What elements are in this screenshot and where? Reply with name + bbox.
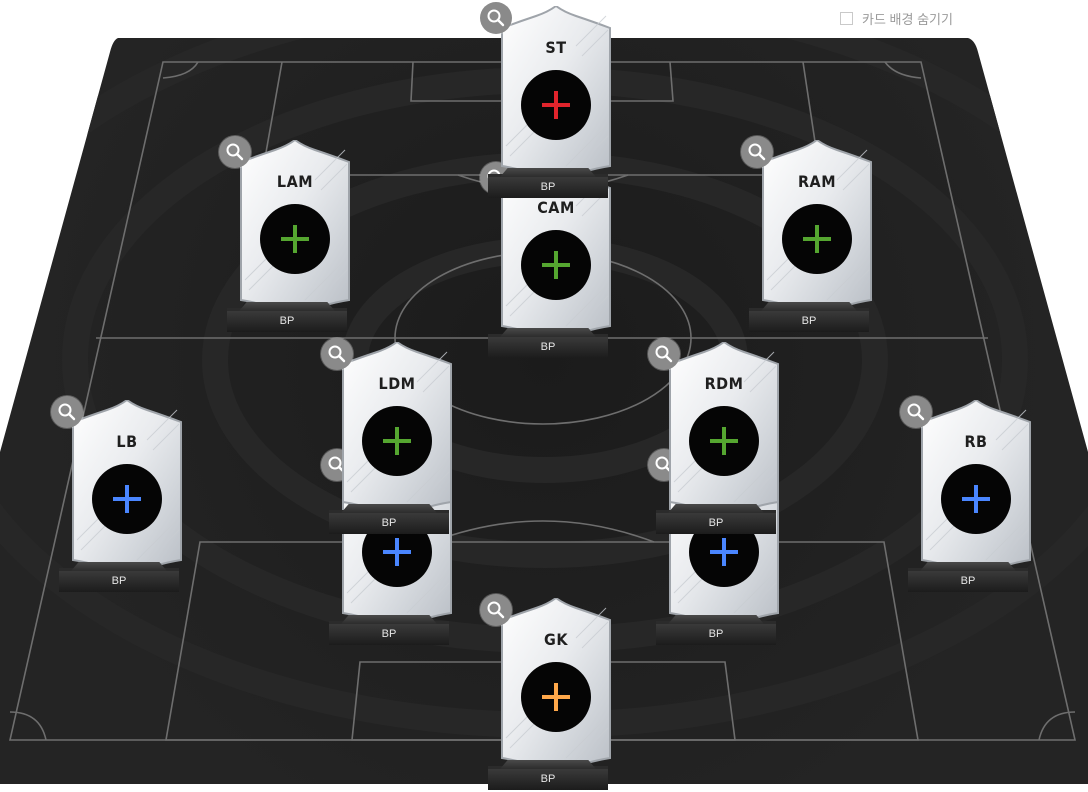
plus-icon bbox=[710, 427, 738, 455]
add-player-button[interactable] bbox=[521, 70, 591, 140]
bp-label: BP bbox=[488, 177, 608, 198]
position-label: LDM bbox=[378, 374, 416, 393]
player-slot-ram[interactable]: RAM BP bbox=[741, 136, 877, 334]
player-slot-lb[interactable]: LB BP bbox=[51, 396, 187, 594]
bp-label: BP bbox=[59, 571, 179, 592]
magnifier-icon bbox=[487, 9, 505, 27]
search-player-button[interactable] bbox=[900, 396, 932, 428]
bp-label: BP bbox=[749, 311, 869, 332]
search-player-button[interactable] bbox=[219, 136, 251, 168]
position-label: LB bbox=[116, 432, 138, 451]
search-player-button[interactable] bbox=[480, 2, 512, 34]
plus-icon bbox=[542, 683, 570, 711]
plus-icon bbox=[962, 485, 990, 513]
plus-icon bbox=[113, 485, 141, 513]
magnifier-icon bbox=[748, 143, 766, 161]
magnifier-icon bbox=[907, 403, 925, 421]
add-player-button[interactable] bbox=[521, 662, 591, 732]
add-player-button[interactable] bbox=[92, 464, 162, 534]
plus-icon bbox=[803, 225, 831, 253]
magnifier-icon bbox=[487, 601, 505, 619]
magnifier-icon bbox=[226, 143, 244, 161]
bp-label: BP bbox=[656, 624, 776, 645]
position-label: RDM bbox=[704, 374, 744, 393]
bp-label: BP bbox=[329, 624, 449, 645]
position-label: ST bbox=[545, 38, 567, 57]
plus-icon bbox=[281, 225, 309, 253]
add-player-button[interactable] bbox=[362, 406, 432, 476]
plus-icon bbox=[542, 251, 570, 279]
bp-label: BP bbox=[227, 311, 347, 332]
bp-label: BP bbox=[656, 513, 776, 534]
bp-label: BP bbox=[908, 571, 1028, 592]
search-player-button[interactable] bbox=[741, 136, 773, 168]
add-player-button[interactable] bbox=[521, 230, 591, 300]
magnifier-icon bbox=[655, 345, 673, 363]
player-slot-st[interactable]: ST BP bbox=[480, 2, 616, 200]
magnifier-icon bbox=[58, 403, 76, 421]
position-label: RB bbox=[964, 432, 988, 451]
position-label: LAM bbox=[276, 172, 314, 191]
search-player-button[interactable] bbox=[648, 338, 680, 370]
plus-icon bbox=[542, 91, 570, 119]
hide-card-background-checkbox[interactable] bbox=[840, 11, 853, 25]
player-slot-ldm[interactable]: LDM BP bbox=[321, 338, 457, 536]
bp-label: BP bbox=[488, 769, 608, 790]
position-label: RAM bbox=[797, 172, 837, 191]
position-label: CAM bbox=[537, 198, 575, 217]
player-slot-rb[interactable]: RB BP bbox=[900, 396, 1036, 594]
player-slot-gk[interactable]: GK BP bbox=[480, 594, 616, 792]
player-slot-rdm[interactable]: RDM BP bbox=[648, 338, 784, 536]
search-player-button[interactable] bbox=[480, 594, 512, 626]
add-player-button[interactable] bbox=[941, 464, 1011, 534]
plus-icon bbox=[383, 427, 411, 455]
hide-card-background-toggle[interactable]: 카드 배경 숨기기 bbox=[840, 9, 953, 27]
bp-label: BP bbox=[329, 513, 449, 534]
add-player-button[interactable] bbox=[782, 204, 852, 274]
search-player-button[interactable] bbox=[51, 396, 83, 428]
hide-card-background-label: 카드 배경 숨기기 bbox=[862, 11, 953, 27]
add-player-button[interactable] bbox=[689, 406, 759, 476]
bp-label: BP bbox=[488, 337, 608, 358]
magnifier-icon bbox=[328, 345, 346, 363]
search-player-button[interactable] bbox=[321, 338, 353, 370]
position-label: GK bbox=[544, 630, 568, 649]
player-slot-lam[interactable]: LAM BP bbox=[219, 136, 355, 334]
add-player-button[interactable] bbox=[260, 204, 330, 274]
